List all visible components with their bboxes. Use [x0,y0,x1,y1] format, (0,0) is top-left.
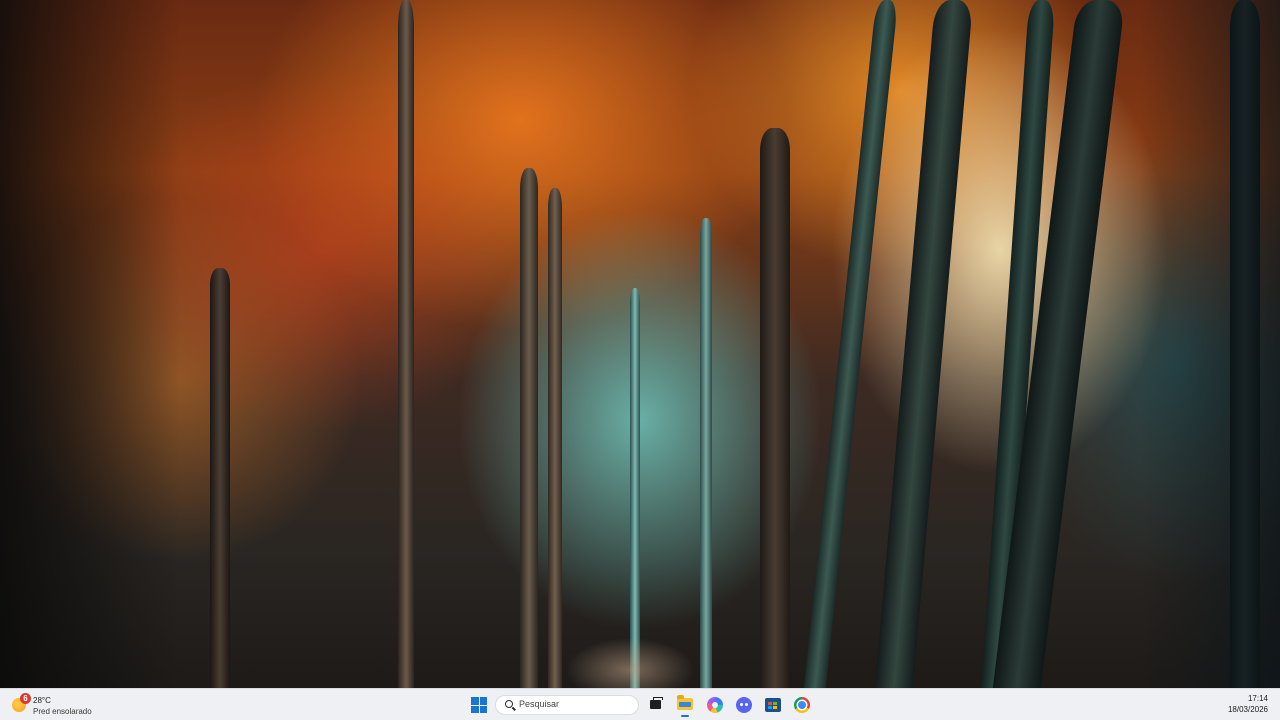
task-view-icon [650,697,663,709]
clock-time: 17:14 [1247,694,1268,703]
wallpaper-shade-left [0,0,180,688]
weather-temperature: 28°C [33,696,51,705]
tree-trunk [398,0,414,688]
chrome-button[interactable] [788,692,816,718]
tree-trunk [520,168,538,688]
tree-trunk [548,188,562,688]
tree-trunk [700,218,712,688]
desktop-wallpaper [0,0,1280,688]
discord-icon [736,697,752,713]
copilot-button[interactable] [701,692,729,718]
store-button[interactable] [759,692,787,718]
forest-path [560,620,720,688]
task-view-button[interactable] [642,692,670,718]
chrome-icon [794,697,810,713]
search-placeholder: Pesquisar [519,699,560,709]
folder-icon [677,695,693,710]
search-input[interactable]: Pesquisar [495,695,639,715]
notification-badge: 6 [20,693,31,704]
tree-trunk [210,268,230,688]
active-indicator [681,715,689,717]
search-icon [505,700,513,708]
windows-logo-icon [471,697,487,713]
store-icon [765,698,781,712]
file-explorer-button[interactable] [671,692,699,718]
discord-button[interactable] [730,692,758,718]
system-clock[interactable]: 17:14 18/03/2026 [1198,693,1268,715]
tree-trunk [760,128,790,688]
clock-date: 18/03/2026 [1227,705,1268,714]
taskbar: 6 28°C Pred ensolarado Pesquisar 17:14 1… [0,688,1280,720]
weather-widget[interactable]: 6 28°C Pred ensolarado [10,692,130,718]
copilot-icon [707,697,723,713]
start-button[interactable] [465,692,493,718]
tree-trunk [874,0,974,688]
weather-condition: Pred ensolarado [33,707,92,716]
wallpaper-shade-right [1140,0,1280,688]
